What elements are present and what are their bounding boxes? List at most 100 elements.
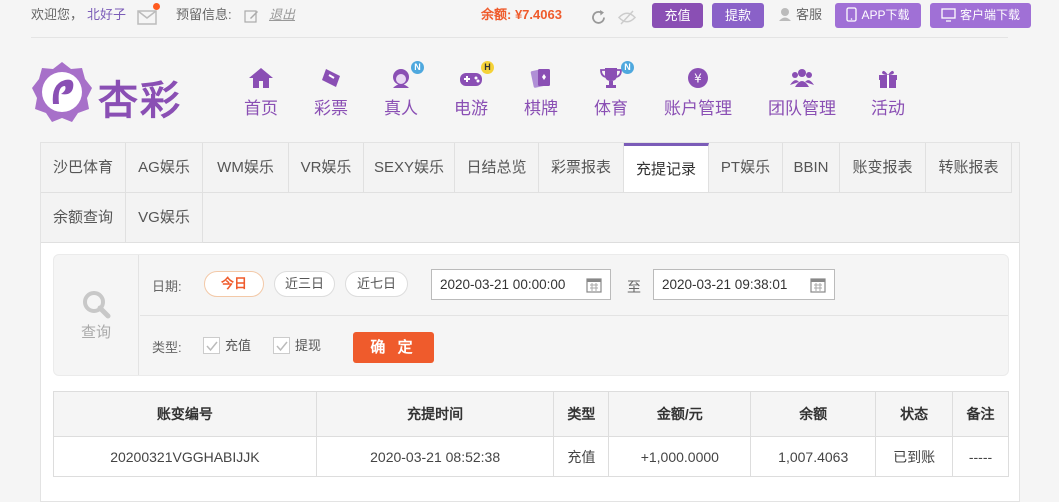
column-header: 类型	[553, 391, 610, 437]
quick-date-7days[interactable]: 近七日	[345, 271, 408, 297]
calendar-icon	[810, 278, 826, 293]
cell-transaction-id: 20200321VGGHABIJJK	[53, 436, 317, 477]
cell-status: 已到账	[875, 436, 954, 477]
nav-promotions[interactable]: 活动	[871, 66, 905, 119]
type-checkbox-recharge[interactable]: 充值	[203, 335, 251, 354]
end-date-field[interactable]: 2020-03-21 09:38:01	[653, 269, 835, 300]
table-row: 20200321VGGHABIJJK 2020-03-21 08:52:38 充…	[53, 436, 1009, 477]
checkmark-icon	[276, 341, 288, 352]
start-date-field[interactable]: 2020-03-21 00:00:00	[431, 269, 611, 300]
column-header: 状态	[875, 391, 954, 437]
account-icon: ¥	[685, 66, 711, 90]
phone-icon	[846, 7, 858, 22]
report-panel: 沙巴体育 AG娱乐 WM娱乐 VR娱乐 SEXY娱乐 日结总览 彩票报表 充提记…	[40, 142, 1020, 502]
nav-sports[interactable]: N 体育	[594, 61, 634, 119]
withdraw-button[interactable]: 提款	[712, 3, 764, 28]
column-header: 余额	[750, 391, 877, 437]
nav-team[interactable]: 团队管理	[768, 66, 836, 119]
tab-deposit-withdraw-records[interactable]: 充提记录	[624, 143, 709, 193]
app-download-label: APP下载	[861, 8, 910, 22]
nav-label: 首页	[244, 99, 278, 118]
svg-text:¥: ¥	[694, 72, 702, 86]
tab-daily-summary[interactable]: 日结总览	[455, 143, 539, 193]
headset-icon	[779, 8, 791, 21]
tab-balance-query[interactable]: 余额查询	[41, 193, 126, 243]
nav-cards[interactable]: 棋牌	[524, 66, 558, 119]
logo-emblem-icon	[32, 62, 92, 122]
mail-icon[interactable]	[137, 3, 160, 25]
query-label: 查询	[80, 324, 111, 341]
checkbox-box	[273, 337, 290, 354]
gamepad-icon: H	[458, 61, 494, 90]
tab-transfer-report[interactable]: 转账报表	[926, 143, 1012, 193]
nav-label: 棋牌	[524, 99, 558, 118]
calendar-icon	[586, 278, 602, 293]
mail-unread-dot	[153, 3, 160, 10]
records-table: 账变编号 充提时间 类型 金额/元 余额 状态 备注 20200321VGGHA…	[53, 391, 1009, 477]
nav-label: 团队管理	[768, 99, 836, 118]
tab-saba-sports[interactable]: 沙巴体育	[41, 143, 126, 193]
checkbox-label: 充值	[225, 338, 252, 353]
end-date-value: 2020-03-21 09:38:01	[662, 277, 788, 292]
type-checkbox-withdraw[interactable]: 提现	[273, 335, 321, 354]
nav-label: 账户管理	[664, 99, 732, 118]
refresh-icon[interactable]	[590, 7, 607, 24]
tab-bbin[interactable]: BBIN	[783, 143, 840, 193]
cell-type: 充值	[553, 436, 610, 477]
tab-sexy[interactable]: SEXY娱乐	[364, 143, 455, 193]
new-badge: N	[411, 61, 424, 74]
quick-date-3days[interactable]: 近三日	[274, 271, 335, 297]
confirm-button[interactable]: 确 定	[353, 332, 434, 363]
top-bar: 欢迎您， 北好子 预留信息: 退出 余额: ¥7.4063 充值 提款 客服 AP…	[0, 0, 1059, 30]
tab-vr[interactable]: VR娱乐	[289, 143, 364, 193]
cell-amount: +1,000.0000	[608, 436, 752, 477]
welcome-text: 欢迎您， 北好子	[31, 0, 126, 30]
home-icon	[248, 66, 274, 90]
customer-service-link[interactable]: 客服	[777, 0, 822, 30]
checkbox-label: 提现	[295, 338, 322, 353]
nav-label: 彩票	[314, 99, 348, 118]
top-divider	[31, 37, 1008, 38]
logo-text: 杏彩	[98, 77, 182, 124]
column-header: 金额/元	[608, 391, 752, 437]
checkmark-icon	[206, 341, 218, 352]
nav-label: 电游	[454, 99, 488, 118]
quick-date-today[interactable]: 今日	[204, 271, 264, 297]
nav-egame[interactable]: H 电游	[454, 61, 494, 119]
tab-wm[interactable]: WM娱乐	[203, 143, 289, 193]
nav-live[interactable]: N 真人	[384, 61, 424, 119]
tab-vg[interactable]: VG娱乐	[126, 193, 203, 243]
balance-display: 余额: ¥7.4063	[481, 7, 562, 22]
table-header-row: 账变编号 充提时间 类型 金额/元 余额 状态 备注	[53, 391, 1009, 437]
tab-lottery-report[interactable]: 彩票报表	[539, 143, 624, 193]
monitor-icon	[941, 8, 956, 22]
tab-account-change-report[interactable]: 账变报表	[840, 143, 926, 193]
username-link[interactable]: 北好子	[87, 7, 126, 22]
recharge-button[interactable]: 充值	[652, 3, 703, 28]
edit-icon[interactable]	[244, 5, 260, 23]
query-side: 查询	[54, 255, 139, 375]
hot-badge: H	[481, 61, 494, 74]
hide-balance-icon[interactable]	[617, 7, 637, 25]
live-dealer-icon: N	[388, 61, 424, 90]
client-download-label: 客户端下载	[959, 8, 1020, 22]
logout-link[interactable]: 退出	[269, 0, 295, 30]
app-download-button[interactable]: APP下载	[835, 3, 921, 28]
search-icon	[83, 291, 111, 319]
nav-lottery[interactable]: 彩票	[314, 66, 348, 119]
date-range-separator: 至	[627, 279, 641, 295]
team-icon	[789, 66, 815, 90]
tab-pt[interactable]: PT娱乐	[709, 143, 783, 193]
tab-ag[interactable]: AG娱乐	[126, 143, 203, 193]
reserved-info-label: 预留信息:	[176, 7, 232, 22]
site-logo[interactable]: 杏彩	[31, 60, 191, 124]
customer-service-label: 客服	[796, 7, 823, 22]
date-label: 日期:	[152, 279, 182, 294]
nav-account[interactable]: ¥ 账户管理	[664, 66, 732, 119]
nav-home[interactable]: 首页	[244, 66, 278, 119]
checkbox-box	[203, 337, 220, 354]
start-date-value: 2020-03-21 00:00:00	[440, 277, 566, 292]
client-download-button[interactable]: 客户端下载	[930, 3, 1031, 28]
gift-icon	[875, 66, 901, 90]
column-header: 充提时间	[315, 391, 555, 437]
